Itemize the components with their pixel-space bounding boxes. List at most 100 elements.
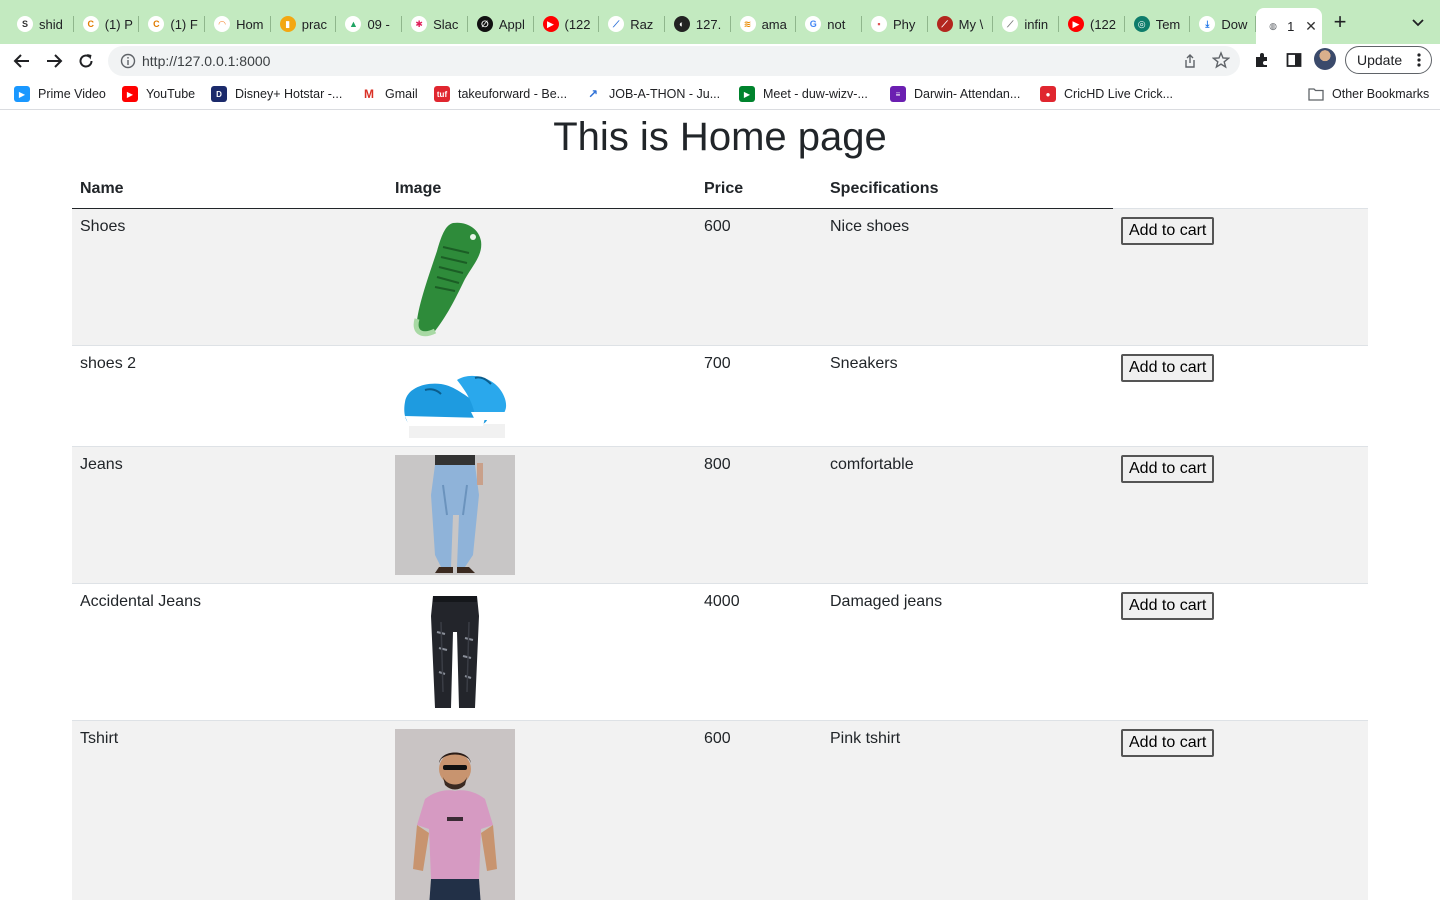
folder-icon — [1308, 88, 1324, 101]
update-button[interactable]: Update — [1345, 46, 1432, 74]
forward-arrow-icon — [47, 54, 63, 68]
reload-icon — [79, 54, 93, 68]
tab-title: Phy — [892, 16, 916, 32]
product-specifications: Nice shoes — [822, 207, 1113, 345]
browser-tab[interactable]: Gnot — [796, 8, 862, 40]
tab-close-icon[interactable]: ✕ — [1305, 18, 1317, 35]
extensions-puzzle-icon[interactable] — [1253, 51, 1271, 69]
url-text[interactable]: http://127.0.0.1:8000 — [142, 53, 270, 69]
browser-tab[interactable]: ◠ Hom — [205, 8, 271, 40]
tab-strip: Sshid C (1) P C (1) F ◠ Hom ▮ prac ▲ 09 - ✱ Slac ∅ App… — [0, 0, 1440, 44]
product-specifications: Sneakers — [822, 344, 1113, 446]
address-bar[interactable]: http://127.0.0.1:8000 — [108, 46, 1240, 76]
bookmark-favicon-icon: ≡ — [890, 86, 906, 102]
tab-favicon-icon: ◍ — [1265, 18, 1282, 34]
bookmark-item[interactable]: ↗ JOB-A-THON - Ju... — [585, 85, 720, 103]
browser-tab[interactable]: ⤓ Dow — [1190, 8, 1256, 40]
browser-tab[interactable]: Sshid — [8, 8, 74, 40]
product-image-blue-sneakers — [404, 375, 507, 438]
browser-tab[interactable]: ◎ Tem — [1125, 8, 1191, 40]
browser-tab[interactable]: ▲ 09 - — [336, 8, 402, 40]
browser-tab[interactable]: ∅ Appl — [468, 8, 534, 40]
tab-title: (122 — [564, 16, 591, 32]
tab-favicon-icon: ▲ — [345, 16, 362, 32]
table-header-row: Name Image Price Specifications — [72, 171, 1368, 209]
bookmark-item[interactable]: ≡ Darwin- Attendan... — [890, 85, 1020, 103]
add-to-cart-button[interactable]: Add to cart — [1121, 216, 1215, 245]
browser-tab[interactable]: ⟋ infin — [993, 8, 1059, 40]
product-price: 600 — [696, 719, 822, 900]
tab-search-icon[interactable] — [1410, 14, 1426, 30]
tab-favicon-icon: C — [82, 16, 99, 32]
browser-tab[interactable]: ⟋ My \ — [928, 8, 994, 40]
bookmark-item[interactable]: ▶ Prime Video — [14, 85, 106, 103]
bookmark-favicon-icon: ▶ — [122, 86, 138, 102]
bookmark-label: takeuforward - Be... — [458, 87, 568, 101]
add-to-cart-button[interactable]: Add to cart — [1121, 591, 1215, 620]
browser-tab[interactable]: ▶ (122 — [1059, 8, 1125, 40]
column-header-action — [1113, 171, 1368, 208]
side-panel-icon[interactable] — [1286, 52, 1302, 68]
tab-favicon-icon: ⟋ — [936, 16, 953, 32]
new-tab-button[interactable]: + — [1330, 11, 1350, 33]
tab-favicon-icon: G — [805, 16, 822, 32]
browser-tab[interactable]: C (1) F — [139, 8, 205, 40]
bookmark-item[interactable]: tuf takeuforward - Be... — [434, 85, 567, 103]
tab-favicon-icon: ∅ — [476, 16, 493, 32]
forward-button[interactable] — [43, 50, 65, 72]
browser-tab[interactable]: ◐ 127. — [665, 8, 731, 40]
bookmark-favicon-icon: ↗ — [585, 86, 601, 102]
bookmark-item[interactable]: M Gmail — [361, 85, 418, 103]
bookmark-favicon-icon: D — [211, 86, 227, 102]
bookmark-item[interactable]: ▶ Meet - duw-wizv-... — [739, 85, 868, 103]
bookmark-item[interactable]: D Disney+ Hotstar -... — [211, 85, 342, 103]
browser-tab[interactable]: ▮ prac — [271, 8, 337, 40]
bookmark-label: Disney+ Hotstar -... — [235, 87, 343, 101]
products-table: Name Image Price Specifications Shoes 60… — [72, 171, 1368, 900]
tab-title: My \ — [958, 16, 984, 32]
product-action-cell: Add to cart — [1113, 445, 1368, 583]
product-image-pink-tshirt-model — [395, 728, 515, 900]
bookmark-item[interactable]: ▶ YouTube — [122, 85, 195, 103]
tab-title: ama — [761, 16, 787, 32]
product-name: Jeans — [72, 445, 387, 583]
product-image-cell — [387, 344, 696, 446]
product-action-cell: Add to cart — [1113, 344, 1368, 446]
other-bookmarks-folder[interactable]: Other Bookmarks — [1308, 85, 1429, 103]
reload-button[interactable] — [75, 50, 97, 72]
product-name: Tshirt — [72, 719, 387, 900]
bookmark-label: Gmail — [385, 87, 418, 101]
tab-favicon-icon: ⟋ — [1002, 16, 1019, 32]
browser-tab[interactable]: ▶ (122 — [534, 8, 600, 40]
product-specifications: Damaged jeans — [822, 582, 1113, 720]
add-to-cart-button[interactable]: Add to cart — [1121, 353, 1215, 382]
browser-tab[interactable]: ≋ ama — [731, 8, 797, 40]
profile-avatar[interactable] — [1314, 48, 1336, 70]
tab-title: prac — [301, 16, 328, 32]
add-to-cart-button[interactable]: Add to cart — [1121, 454, 1215, 483]
bookmark-label: YouTube — [146, 87, 196, 101]
product-image-cell — [387, 207, 696, 345]
tab-favicon-icon: ✱ — [411, 16, 428, 32]
tab-active[interactable]: ◍ 1 ✕ — [1256, 8, 1323, 44]
browser-tab[interactable]: ⟋ Raz — [599, 8, 665, 40]
bookmark-item[interactable]: ● CricHD Live Crick... — [1040, 85, 1173, 103]
browser-tab[interactable]: ▪ Phy — [862, 8, 928, 40]
more-menu-icon — [1417, 53, 1421, 67]
add-to-cart-button[interactable]: Add to cart — [1121, 728, 1215, 757]
bookmark-label: JOB-A-THON - Ju... — [609, 87, 721, 101]
tab-title: Raz — [630, 16, 654, 32]
share-icon[interactable] — [1182, 53, 1198, 69]
back-button[interactable] — [11, 50, 33, 72]
bookmark-star-icon[interactable] — [1212, 51, 1230, 69]
column-header-specifications: Specifications — [822, 171, 1113, 209]
product-image-cell — [387, 445, 696, 583]
product-price: 700 — [696, 344, 822, 446]
bookmark-favicon-icon: tuf — [434, 86, 450, 102]
browser-tab[interactable]: C (1) P — [74, 8, 140, 40]
browser-tab[interactable]: ✱ Slac — [402, 8, 468, 40]
tab-title: infin — [1024, 16, 1049, 32]
tab-title: shid — [39, 16, 63, 32]
site-info-icon[interactable] — [120, 53, 136, 69]
tab-title: (1) P — [104, 16, 133, 32]
